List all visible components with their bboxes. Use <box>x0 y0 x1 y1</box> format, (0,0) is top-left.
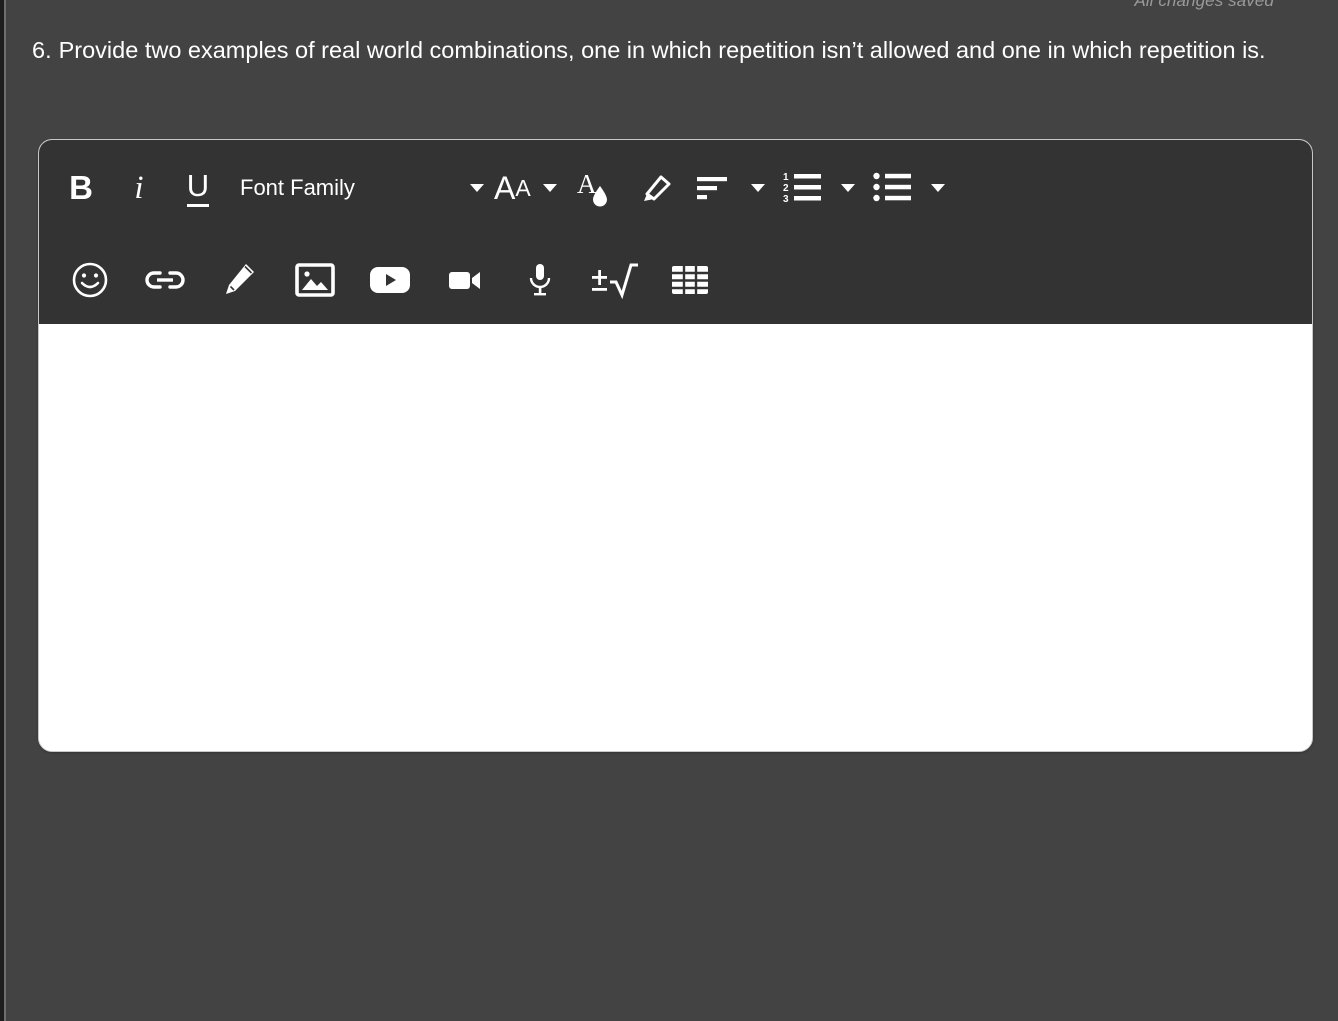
svg-text:1: 1 <box>783 172 789 183</box>
font-size-icon-large-a: A <box>494 169 516 206</box>
emoji-button[interactable] <box>52 253 127 307</box>
align-button[interactable] <box>685 162 741 214</box>
table-grid-icon <box>671 266 708 294</box>
chevron-down-icon <box>542 184 557 192</box>
bold-icon: B <box>69 169 93 206</box>
youtube-play-icon <box>369 267 410 293</box>
viewport-left-edge-rule-secondary <box>4 0 6 1021</box>
font-size-icon-small-a: A <box>515 174 531 201</box>
align-dropdown-button[interactable] <box>741 162 775 214</box>
smiley-face-icon <box>72 262 107 298</box>
svg-text:A: A <box>577 169 597 199</box>
question-text: Provide two examples of real world combi… <box>58 37 1266 63</box>
numbered-list-dropdown-button[interactable] <box>831 162 865 214</box>
draw-button[interactable] <box>202 253 277 307</box>
toolbar-row-insert <box>39 236 1312 324</box>
math-equation-icon <box>591 263 638 299</box>
underline-icon: U <box>186 170 210 207</box>
youtube-video-button[interactable] <box>352 253 427 307</box>
font-size-dropdown-button[interactable] <box>533 162 567 214</box>
text-color-droplet-icon: A <box>577 169 607 207</box>
svg-text:2: 2 <box>783 183 789 194</box>
question-prompt: 6. Provide two examples of real world co… <box>32 30 1292 70</box>
numbered-list-button[interactable]: 1 2 3 <box>775 162 831 214</box>
font-family-label: Font Family <box>240 175 355 200</box>
bulleted-list-dropdown-button[interactable] <box>921 162 955 214</box>
bulleted-list-button[interactable] <box>865 162 921 214</box>
chevron-down-icon <box>750 184 765 192</box>
font-family-select[interactable]: Font Family <box>228 162 490 214</box>
chevron-down-icon <box>470 184 484 192</box>
pencil-icon <box>225 264 254 294</box>
image-button[interactable] <box>277 253 352 307</box>
highlighter-icon <box>643 175 671 201</box>
record-video-button[interactable] <box>427 253 502 307</box>
align-left-icon <box>696 177 727 200</box>
chevron-down-icon <box>840 184 855 192</box>
image-icon <box>294 263 335 297</box>
bold-button[interactable]: B <box>52 162 110 214</box>
numbered-list-icon: 1 2 3 <box>783 172 821 205</box>
record-audio-button[interactable] <box>502 253 577 307</box>
font-size-button[interactable]: AA <box>490 162 533 214</box>
text-color-button[interactable]: A <box>567 162 623 214</box>
bulleted-list-icon <box>872 172 911 202</box>
rich-text-editor: B i U Font Family AA A 1 2 3 <box>38 139 1313 752</box>
table-button[interactable] <box>652 253 727 307</box>
answer-canvas[interactable] <box>39 324 1312 741</box>
underline-button[interactable]: U <box>168 162 228 214</box>
editor-toolbar: B i U Font Family AA A 1 2 3 <box>39 140 1312 324</box>
saved-status-text: All changes saved <box>1134 0 1274 10</box>
svg-text:3: 3 <box>783 194 789 205</box>
link-button[interactable] <box>127 253 202 307</box>
question-number: 6. <box>32 37 52 63</box>
microphone-icon <box>529 264 550 296</box>
toolbar-row-formatting: B i U Font Family AA A 1 2 3 <box>39 140 1312 236</box>
link-chain-icon <box>144 271 185 289</box>
italic-button[interactable]: i <box>110 162 168 214</box>
highlight-button[interactable] <box>623 162 685 214</box>
video-camera-icon <box>448 272 480 289</box>
equation-button[interactable] <box>577 253 652 307</box>
italic-icon: i <box>134 169 144 206</box>
chevron-down-icon <box>930 184 945 192</box>
